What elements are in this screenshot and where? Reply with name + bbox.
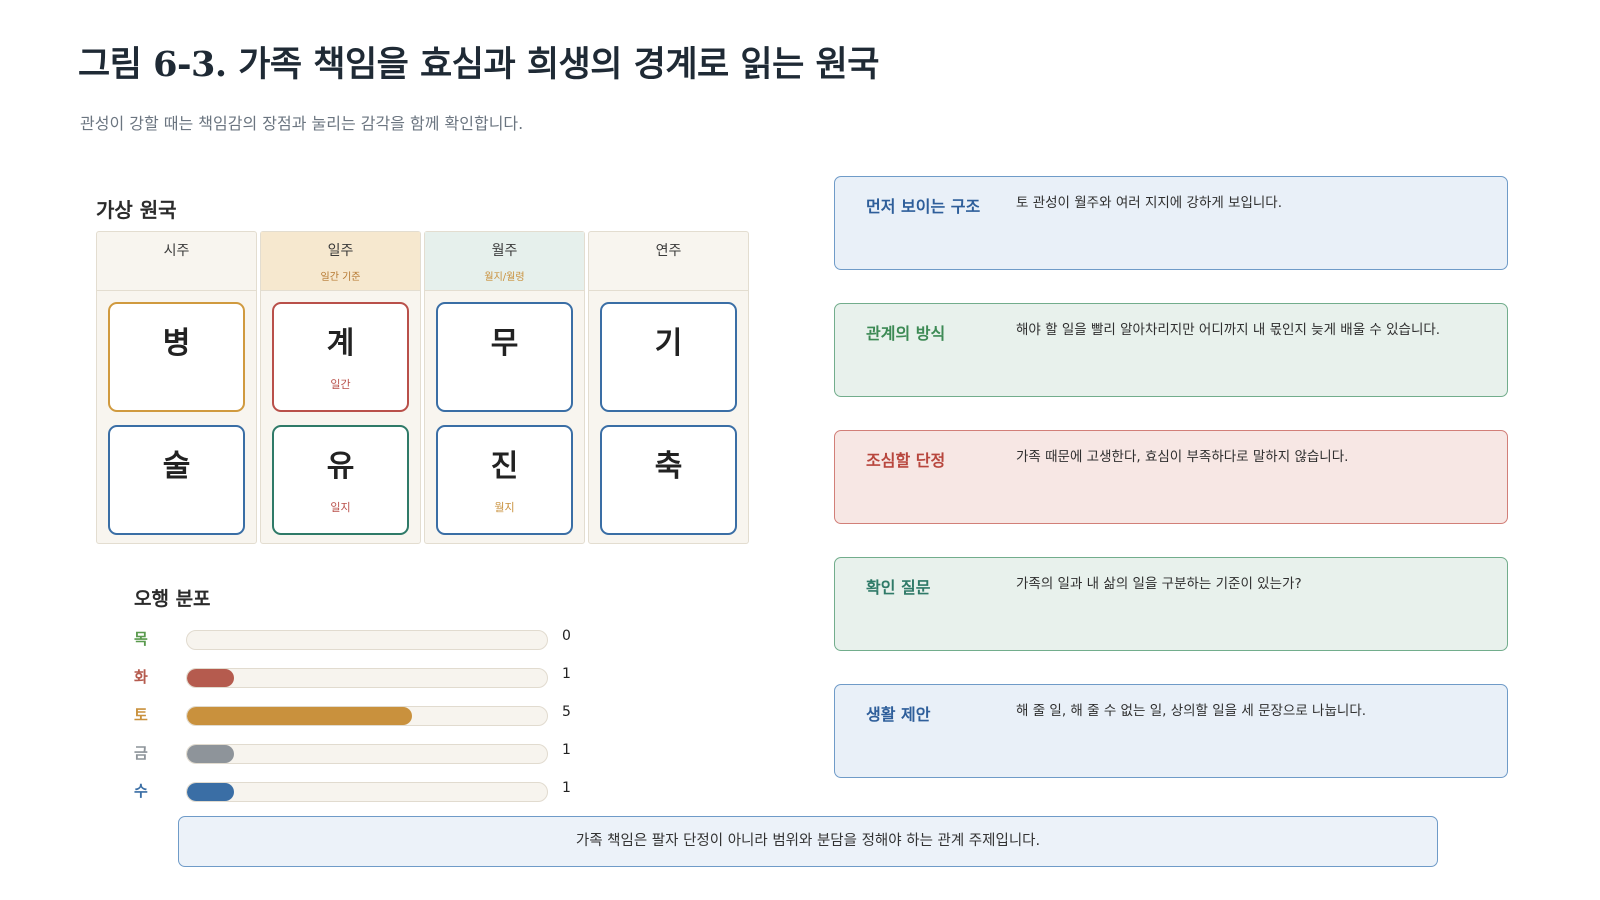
stem-cell: 기 [600, 302, 737, 412]
pillar-sub: 월지/월령 [484, 272, 525, 283]
panel-title: 관계의 방식 [866, 324, 946, 343]
element-count: 1 [562, 742, 571, 758]
pillar-hour: 시주 병 술 [96, 231, 257, 544]
bar-track [186, 706, 548, 726]
stem-char: 계 [326, 326, 355, 361]
stem-tag: 일간 [330, 378, 351, 391]
pillar-name: 시주 [163, 243, 190, 259]
stem-cell: 계 일간 [272, 302, 409, 412]
bar-fill [187, 669, 234, 687]
figure-subtitle: 관성이 강할 때는 책임감의 장점과 눌리는 감각을 함께 확인합니다. [80, 114, 524, 133]
pillar-head: 연주 [589, 232, 748, 291]
bar-track [186, 782, 548, 802]
bar-fill [187, 745, 234, 763]
bar-row: 금 1 [134, 738, 594, 776]
pillar-month: 월주 월지/월령 무 진 월지 [424, 231, 585, 544]
pillar-year: 연주 기 축 [588, 231, 749, 544]
element-count: 0 [562, 628, 571, 644]
pillar-name: 월주 [491, 243, 518, 259]
panel-text: 토 관성이 월주와 여러 지지에 강하게 보입니다. [1016, 195, 1283, 211]
figure-title: 그림 6-3. 가족 책임을 효심과 희생의 경계로 읽는 원국 [78, 44, 879, 85]
saju-pillars: 시주 병 술 일주 일간 기준 계 일간 유 일지 월주 월지/월령 무 진 월… [96, 231, 752, 544]
element-label: 금 [134, 744, 148, 762]
bar-fill [187, 783, 234, 801]
bar-row: 토 5 [134, 700, 594, 738]
element-label: 토 [134, 706, 148, 724]
bar-row: 수 1 [134, 776, 594, 814]
footer-note: 가족 책임은 팔자 단정이 아니라 범위와 분담을 정해야 하는 관계 주제입니… [178, 816, 1438, 867]
panel-text: 가족의 일과 내 삶의 일을 구분하는 기준이 있는가? [1016, 576, 1302, 592]
panel-title: 생활 제안 [866, 705, 931, 724]
pillar-day: 일주 일간 기준 계 일간 유 일지 [260, 231, 421, 544]
bar-track [186, 668, 548, 688]
panel-title: 확인 질문 [866, 578, 931, 597]
branch-char: 축 [654, 449, 683, 484]
panel-text: 해 줄 일, 해 줄 수 없는 일, 상의할 일을 세 문장으로 나눕니다. [1016, 703, 1367, 719]
pillar-name: 연주 [655, 243, 682, 259]
chart-label: 가상 원국 [96, 198, 177, 222]
panel-suggestion: 생활 제안 해 줄 일, 해 줄 수 없는 일, 상의할 일을 세 문장으로 나… [834, 684, 1508, 778]
pillar-head: 일주 일간 기준 [261, 232, 420, 291]
element-label: 수 [134, 782, 148, 800]
bar-track [186, 744, 548, 764]
element-count: 1 [562, 780, 571, 796]
branch-char: 진 [490, 449, 519, 484]
stem-cell: 병 [108, 302, 245, 412]
stem-char: 무 [490, 326, 519, 361]
bar-track [186, 630, 548, 650]
branch-cell: 진 월지 [436, 425, 573, 535]
pillar-name: 일주 [327, 243, 354, 259]
branch-cell: 술 [108, 425, 245, 535]
element-count: 5 [562, 704, 571, 720]
panel-title: 먼저 보이는 구조 [866, 197, 981, 216]
element-count: 1 [562, 666, 571, 682]
pillar-sub: 일간 기준 [320, 272, 361, 283]
panel-text: 가족 때문에 고생한다, 효심이 부족하다로 말하지 않습니다. [1016, 449, 1349, 465]
stem-cell: 무 [436, 302, 573, 412]
panel-relation: 관계의 방식 해야 할 일을 빨리 알아차리지만 어디까지 내 몫인지 늦게 배… [834, 303, 1508, 397]
bar-row: 목 0 [134, 624, 594, 662]
branch-char: 술 [162, 449, 191, 484]
branch-cell: 축 [600, 425, 737, 535]
branch-char: 유 [326, 449, 355, 484]
element-label: 목 [134, 630, 148, 648]
bar-row: 화 1 [134, 662, 594, 700]
pillar-head: 시주 [97, 232, 256, 291]
stem-char: 병 [162, 326, 191, 361]
panel-title: 조심할 단정 [866, 451, 946, 470]
branch-cell: 유 일지 [272, 425, 409, 535]
panel-caution: 조심할 단정 가족 때문에 고생한다, 효심이 부족하다로 말하지 않습니다. [834, 430, 1508, 524]
branch-tag: 일지 [330, 501, 351, 514]
branch-tag: 월지 [494, 501, 515, 514]
distribution-label: 오행 분포 [134, 588, 211, 610]
element-distribution: 목 0 화 1 토 5 금 1 수 1 [134, 624, 594, 814]
stem-char: 기 [654, 326, 683, 361]
pillar-head: 월주 월지/월령 [425, 232, 584, 291]
panel-structure: 먼저 보이는 구조 토 관성이 월주와 여러 지지에 강하게 보입니다. [834, 176, 1508, 270]
panel-text: 해야 할 일을 빨리 알아차리지만 어디까지 내 몫인지 늦게 배울 수 있습니… [1016, 322, 1441, 338]
panel-question: 확인 질문 가족의 일과 내 삶의 일을 구분하는 기준이 있는가? [834, 557, 1508, 651]
bar-fill [187, 707, 412, 725]
element-label: 화 [134, 668, 148, 686]
